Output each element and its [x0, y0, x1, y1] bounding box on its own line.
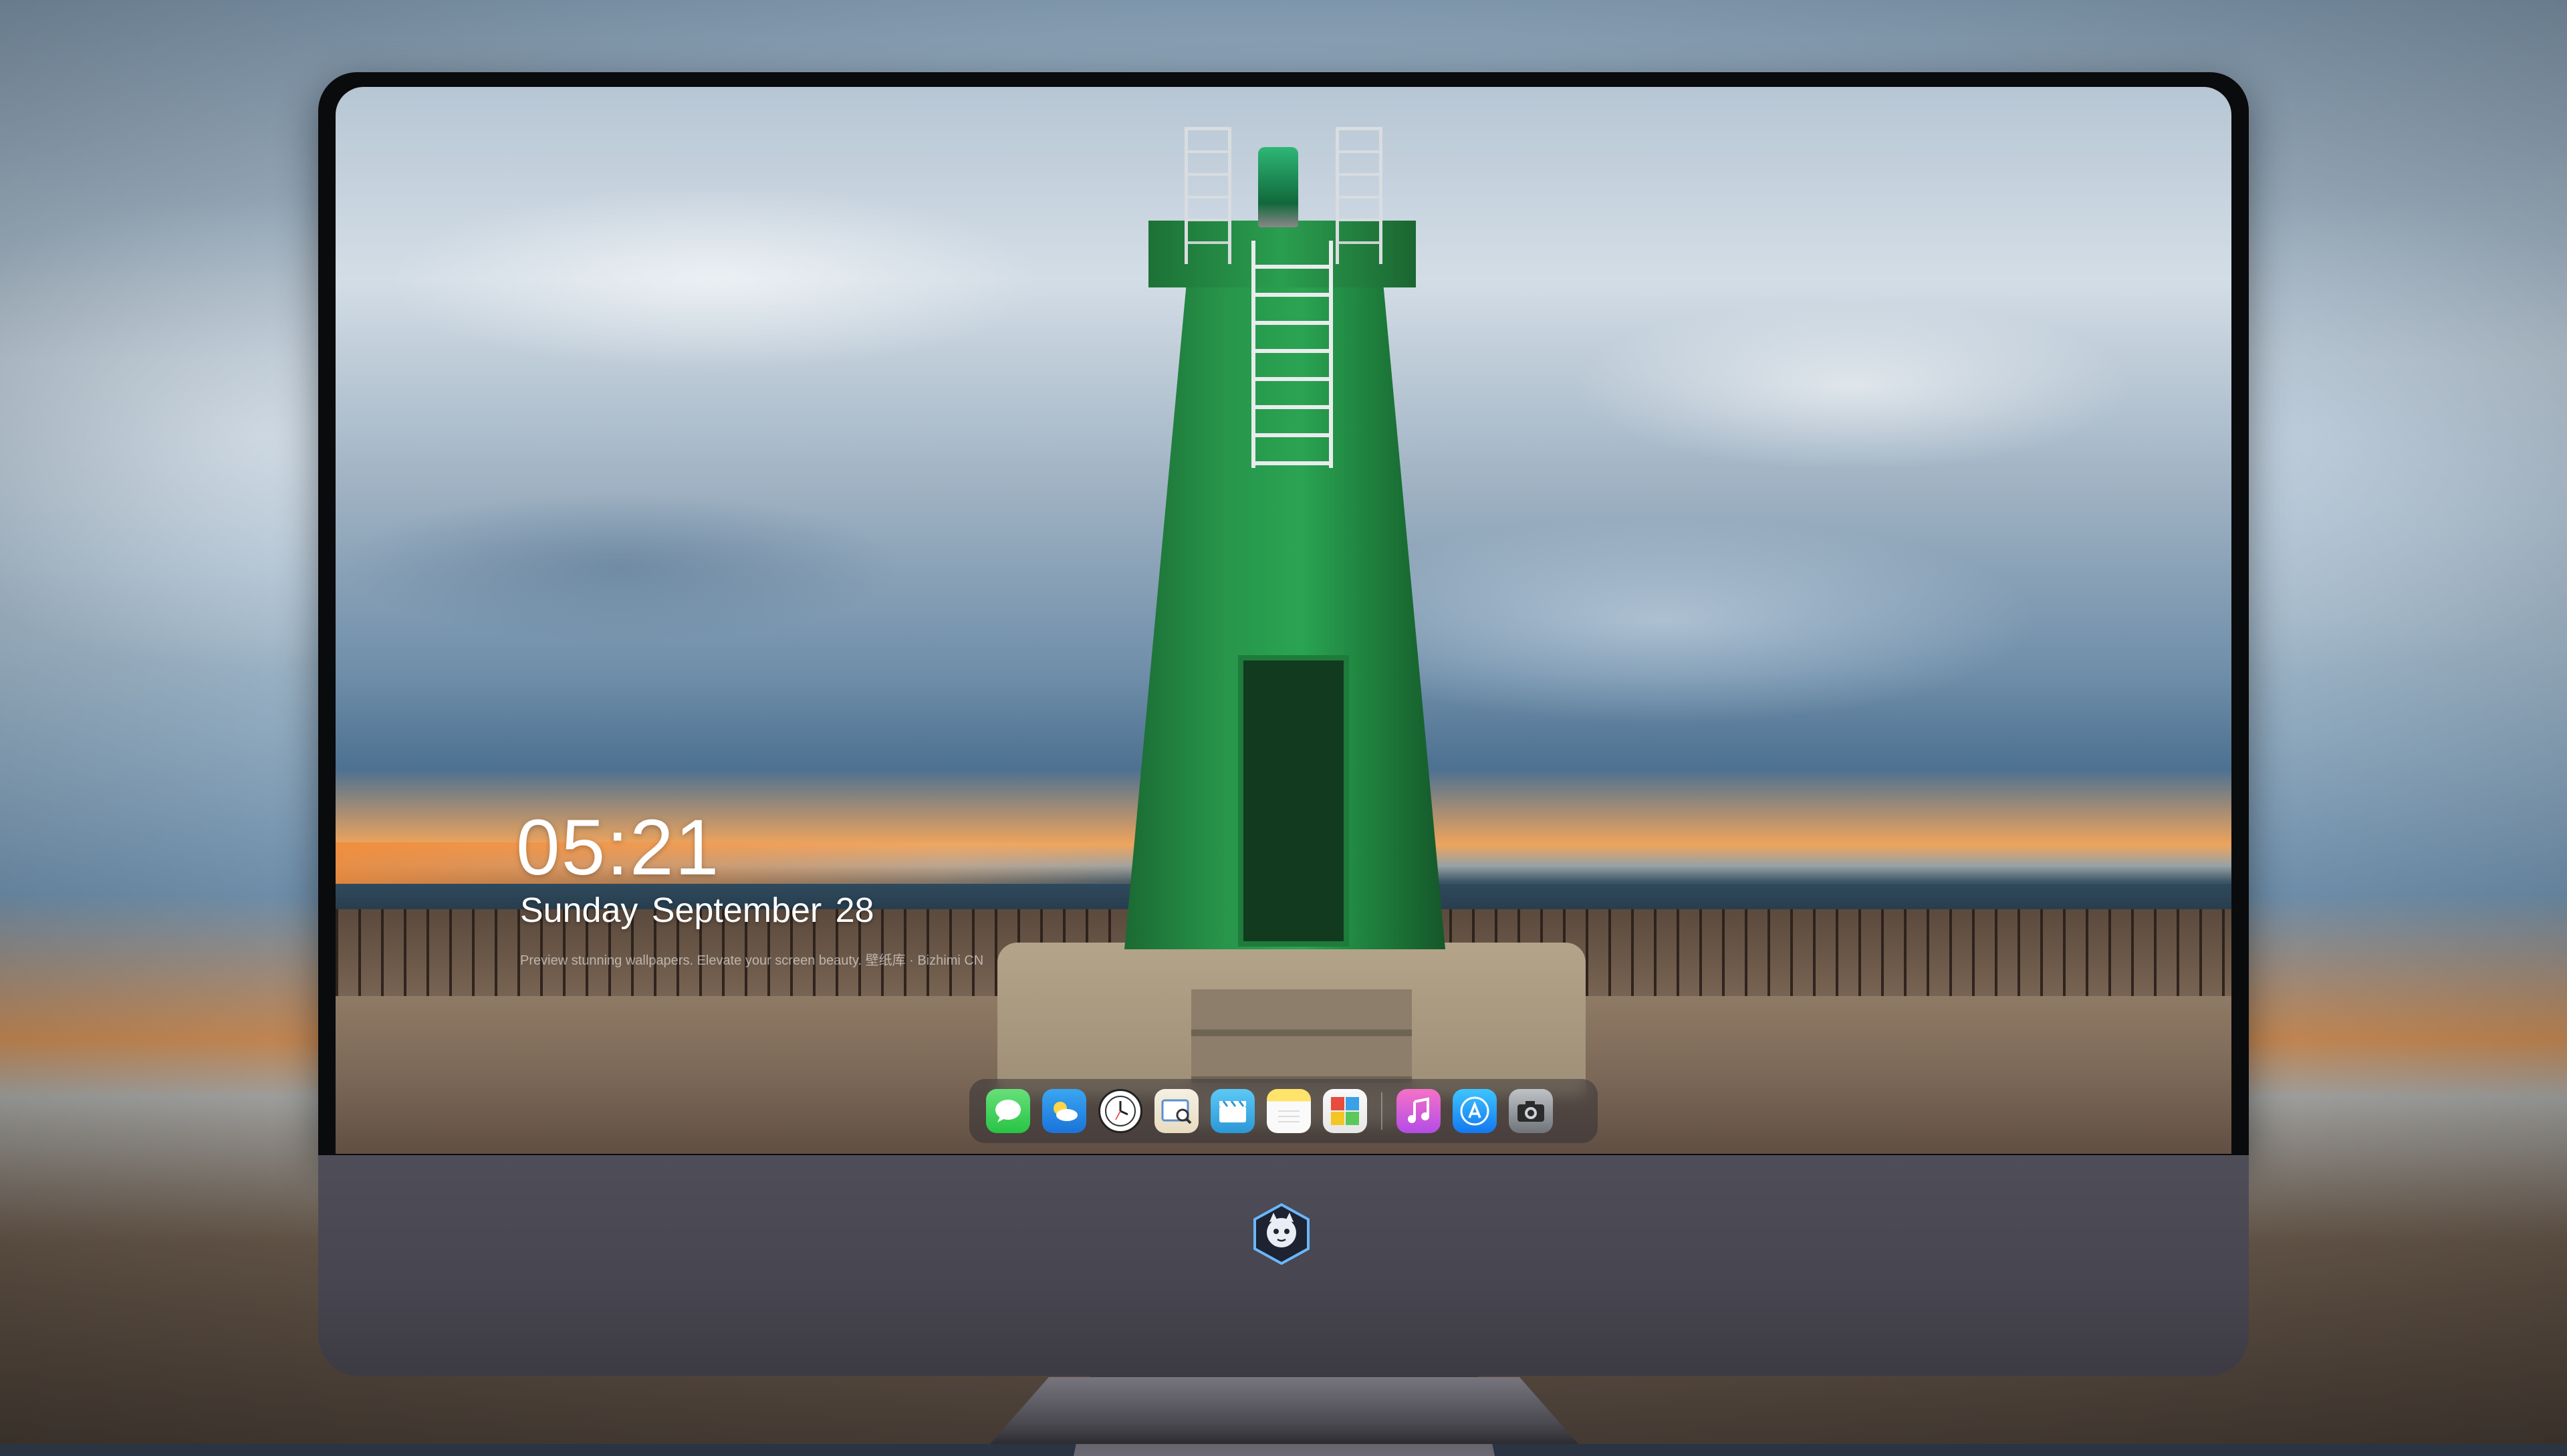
clips-icon[interactable]: [1211, 1089, 1255, 1133]
notes-icon[interactable]: [1267, 1089, 1311, 1133]
dock: [969, 1079, 1598, 1143]
camera-icon[interactable]: [1509, 1089, 1553, 1133]
dock-separator: [1381, 1092, 1382, 1130]
lock-screen[interactable]: 05:21 Sunday September 28 Preview stunni…: [336, 87, 2231, 1154]
wallpaper-caption: Preview stunning wallpapers. Elevate you…: [520, 953, 984, 968]
lighthouse-railing-right: [1336, 127, 1382, 264]
lighthouse-railing-left: [1185, 127, 1231, 264]
preview-icon[interactable]: [1154, 1089, 1199, 1133]
lock-screen-date: Sunday September 28: [520, 891, 874, 930]
lighthouse-ladder: [1251, 241, 1333, 468]
messages-icon[interactable]: [986, 1089, 1030, 1133]
clock-icon[interactable]: [1098, 1089, 1142, 1133]
lighthouse-door: [1238, 655, 1349, 947]
app-store-icon[interactable]: [1453, 1089, 1497, 1133]
wallpaper-sunset: [336, 842, 1205, 889]
monitor-stand-foot: [990, 1377, 1578, 1444]
music-icon[interactable]: [1396, 1089, 1441, 1133]
lighthouse-lamp: [1258, 147, 1298, 227]
photo-booth-icon[interactable]: [1323, 1089, 1367, 1133]
monitor: 05:21 Sunday September 28 Preview stunni…: [318, 72, 2249, 1456]
lock-screen-time: 05:21: [516, 804, 721, 892]
weather-icon[interactable]: [1042, 1089, 1086, 1133]
mascot-logo-icon: [1248, 1201, 1315, 1267]
